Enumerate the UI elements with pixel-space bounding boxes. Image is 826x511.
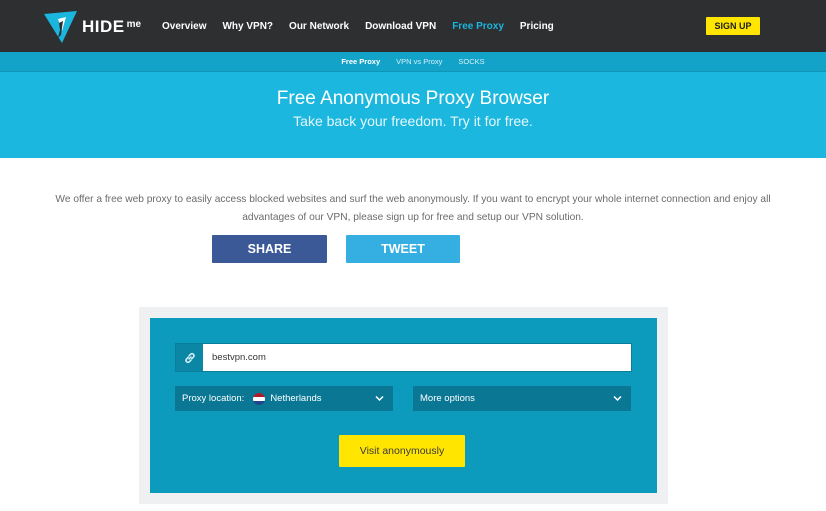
more-options-select[interactable]: More options	[413, 386, 631, 411]
visit-anonymously-button[interactable]: Visit anonymously	[339, 435, 465, 467]
main-nav: Overview Why VPN? Our Network Download V…	[162, 0, 570, 52]
twitter-tweet-button[interactable]: TWEET	[346, 235, 460, 263]
nav-download-vpn[interactable]: Download VPN	[365, 21, 436, 32]
nav-why-vpn[interactable]: Why VPN?	[222, 21, 273, 32]
subnav-socks[interactable]: SOCKS	[458, 57, 484, 66]
hideme-logo[interactable]: HIDE me	[44, 11, 141, 43]
subnav-vpn-vs-proxy[interactable]: VPN vs Proxy	[396, 57, 442, 66]
intro-line-1: We offer a free web proxy to easily acce…	[55, 194, 771, 205]
sub-navigation: Free Proxy VPN vs Proxy SOCKS	[0, 52, 826, 72]
intro-line-2: advantages of our VPN, please sign up fo…	[242, 211, 584, 223]
nav-free-proxy[interactable]: Free Proxy	[452, 21, 504, 32]
hero-subtitle: Take back your freedom. Try it for free.	[293, 113, 533, 129]
chevron-down-icon	[375, 395, 384, 402]
chevron-down-icon	[613, 395, 622, 402]
netherlands-flag-icon	[253, 392, 266, 405]
hero-title: Free Anonymous Proxy Browser	[276, 88, 550, 109]
facebook-share-button[interactable]: SHARE	[212, 235, 327, 263]
logo-text: HIDE	[82, 17, 125, 36]
sign-up-button[interactable]: SIGN UP	[706, 17, 760, 35]
logo-suffix: me	[126, 18, 142, 30]
url-input[interactable]	[204, 344, 630, 371]
top-navigation-bar: HIDE me Overview Why VPN? Our Network Do…	[0, 0, 826, 52]
url-input-group	[175, 343, 632, 372]
proxy-location-select[interactable]: Proxy location: Netherlands	[175, 386, 393, 411]
proxy-location-label: Proxy location:	[182, 393, 245, 404]
subnav-free-proxy[interactable]: Free Proxy	[341, 57, 380, 66]
nav-overview[interactable]: Overview	[162, 21, 206, 32]
proxy-location-value: Netherlands	[270, 393, 322, 404]
hideme-logo-icon	[44, 11, 77, 43]
nav-pricing[interactable]: Pricing	[520, 21, 554, 32]
link-icon	[176, 344, 203, 371]
intro-text: We offer a free web proxy to easily acce…	[40, 191, 786, 226]
more-options-label: More options	[420, 393, 475, 404]
hero-banner: Free Anonymous Proxy Browser Take back y…	[0, 72, 826, 158]
nav-our-network[interactable]: Our Network	[289, 21, 349, 32]
